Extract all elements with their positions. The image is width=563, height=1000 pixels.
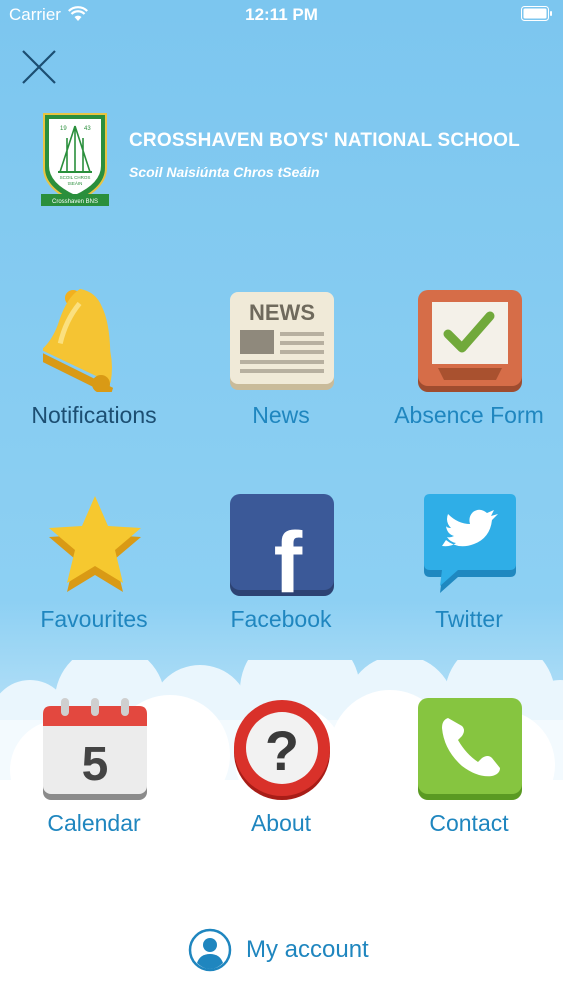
clock-label: 12:11 PM xyxy=(245,5,318,24)
menu-favourites[interactable]: Favourites xyxy=(0,492,188,662)
calendar-icon: 5 xyxy=(43,698,147,800)
notifications-label: Notifications xyxy=(31,402,157,428)
menu-notifications[interactable]: Notifications xyxy=(0,288,188,458)
school-crest-logo: 19 43 SCOIL CHROS tSEÁIN Crosshaven BNS xyxy=(41,113,109,206)
question-icon: ? xyxy=(234,700,330,800)
menu-calendar[interactable]: 5 Calendar xyxy=(0,696,188,866)
about-label: About xyxy=(250,810,312,836)
menu-contact[interactable]: Contact xyxy=(375,696,563,866)
svg-text:5: 5 xyxy=(82,738,109,791)
svg-text:f: f xyxy=(274,515,303,596)
menu-about[interactable]: ? About xyxy=(187,696,375,866)
school-name-title: CROSSHAVEN BOYS' NATIONAL SCHOOL xyxy=(129,130,520,151)
twitter-label: Twitter xyxy=(435,606,503,632)
menu-news[interactable]: NEWS News xyxy=(187,288,375,458)
bell-icon xyxy=(43,288,114,392)
news-label: News xyxy=(252,402,310,428)
twitter-icon xyxy=(424,494,516,593)
svg-text:Crosshaven BNS: Crosshaven BNS xyxy=(52,199,98,205)
facebook-label: Facebook xyxy=(230,606,332,632)
my-account-label: My account xyxy=(246,936,369,963)
svg-text:NEWS: NEWS xyxy=(249,300,315,325)
menu-absence-form[interactable]: Absence Form xyxy=(375,288,563,458)
contact-label: Contact xyxy=(429,810,509,836)
user-icon xyxy=(188,928,232,972)
facebook-icon: f xyxy=(230,494,334,596)
calendar-label: Calendar xyxy=(47,810,141,836)
menu-twitter[interactable]: Twitter xyxy=(375,492,563,662)
school-name-irish: Scoil Naisiúnta Chros tSeáin xyxy=(129,164,320,180)
status-bar: Carrier 12:11 PM xyxy=(0,0,563,30)
checkbox-tray-icon xyxy=(418,290,522,392)
svg-text:tSEÁIN: tSEÁIN xyxy=(68,180,83,186)
absence-form-label: Absence Form xyxy=(394,402,544,428)
close-icon[interactable] xyxy=(20,48,58,86)
favourites-label: Favourites xyxy=(40,606,148,632)
battery-icon xyxy=(521,6,552,21)
menu-facebook[interactable]: f Facebook xyxy=(187,492,375,662)
svg-text:43: 43 xyxy=(84,126,91,132)
star-icon xyxy=(49,496,141,592)
phone-icon xyxy=(418,698,522,800)
newspaper-icon: NEWS xyxy=(230,292,334,390)
svg-text:?: ? xyxy=(265,719,299,782)
svg-text:SCOIL CHROS: SCOIL CHROS xyxy=(60,175,91,180)
svg-text:19: 19 xyxy=(60,126,67,132)
